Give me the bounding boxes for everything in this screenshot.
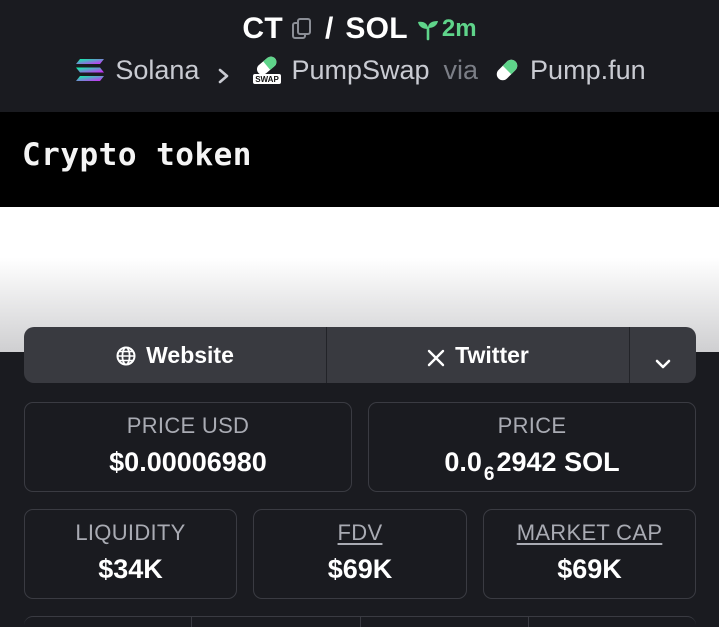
breadcrumb: Solana SWAP PumpSwap via Pump.fun [0, 50, 719, 90]
price-usd-label: PRICE USD [126, 413, 250, 438]
price-sol-prefix: 0.0 [444, 447, 482, 477]
pair-header: CT / SOL 2m Solana SWAP PumpSwap via Pum… [0, 0, 719, 112]
twitter-label: Twitter [455, 341, 529, 368]
pair-title: CT / SOL 2m [0, 10, 719, 48]
dex-link[interactable]: SWAP PumpSwap [251, 54, 430, 86]
chevron-down-icon [654, 349, 672, 369]
banner-text: Crypto token [22, 137, 252, 173]
pair-separator: / [324, 12, 334, 45]
pumpfun-icon [492, 55, 522, 85]
x-logo-icon [427, 346, 445, 367]
svg-text:SWAP: SWAP [256, 75, 280, 84]
timeframe-tab[interactable] [527, 617, 696, 627]
timeframe-tab[interactable] [24, 617, 191, 627]
liquidity-label: LIQUIDITY [75, 520, 186, 545]
website-label: Website [146, 341, 234, 368]
chain-name: Solana [115, 54, 200, 85]
chain-link[interactable]: Solana [73, 55, 199, 86]
market-cap-label[interactable]: MARKET CAP [484, 520, 695, 546]
via-label: via [443, 54, 479, 85]
globe-icon [116, 345, 136, 366]
fdv-card: FDV $69K [253, 509, 467, 599]
market-cap-card: MARKET CAP $69K [483, 509, 696, 599]
price-sol-zero-count: 6 [483, 464, 495, 485]
market-cap-value: $69K [557, 554, 622, 584]
pair-age-text: 2m [441, 15, 477, 42]
price-sol-digits: 2942 [496, 447, 557, 477]
twitter-button[interactable]: Twitter [327, 327, 630, 383]
liquidity-card: LIQUIDITY $34K [24, 509, 237, 599]
timeframe-tab[interactable] [359, 617, 528, 627]
dex-name: PumpSwap [291, 54, 430, 85]
price-sol-card: PRICE 0.0 62942 SOL [368, 402, 696, 492]
chevron-right-icon [217, 61, 231, 84]
launchpad-name: Pump.fun [530, 54, 646, 85]
price-usd-card: PRICE USD $0.00006980 [24, 402, 352, 492]
solana-icon [73, 56, 107, 84]
timeframe-tab[interactable] [191, 617, 359, 627]
more-links-button[interactable] [630, 327, 696, 383]
liquidity-value: $34K [98, 554, 163, 584]
price-sol-label: PRICE [497, 413, 567, 438]
pair-age: 2m [416, 15, 477, 43]
copy-icon[interactable] [291, 17, 313, 41]
website-button[interactable]: Website [24, 327, 327, 383]
pumpswap-icon: SWAP [251, 54, 283, 86]
sprout-icon [416, 17, 440, 41]
base-token-symbol: CT [242, 12, 283, 45]
quote-token-symbol: SOL [345, 12, 408, 45]
launchpad-link[interactable]: Pump.fun [492, 55, 646, 86]
social-links-bar: Website Twitter [24, 327, 696, 383]
price-sol-unit: SOL [564, 447, 620, 477]
timeframe-tabs-strip [24, 616, 696, 627]
price-sol-value: 0.0 62942 SOL [369, 447, 695, 485]
token-banner: Crypto token [0, 112, 719, 207]
price-usd-value: $0.00006980 [109, 447, 267, 477]
fdv-value: $69K [327, 554, 393, 584]
fdv-label[interactable]: FDV [254, 520, 466, 546]
